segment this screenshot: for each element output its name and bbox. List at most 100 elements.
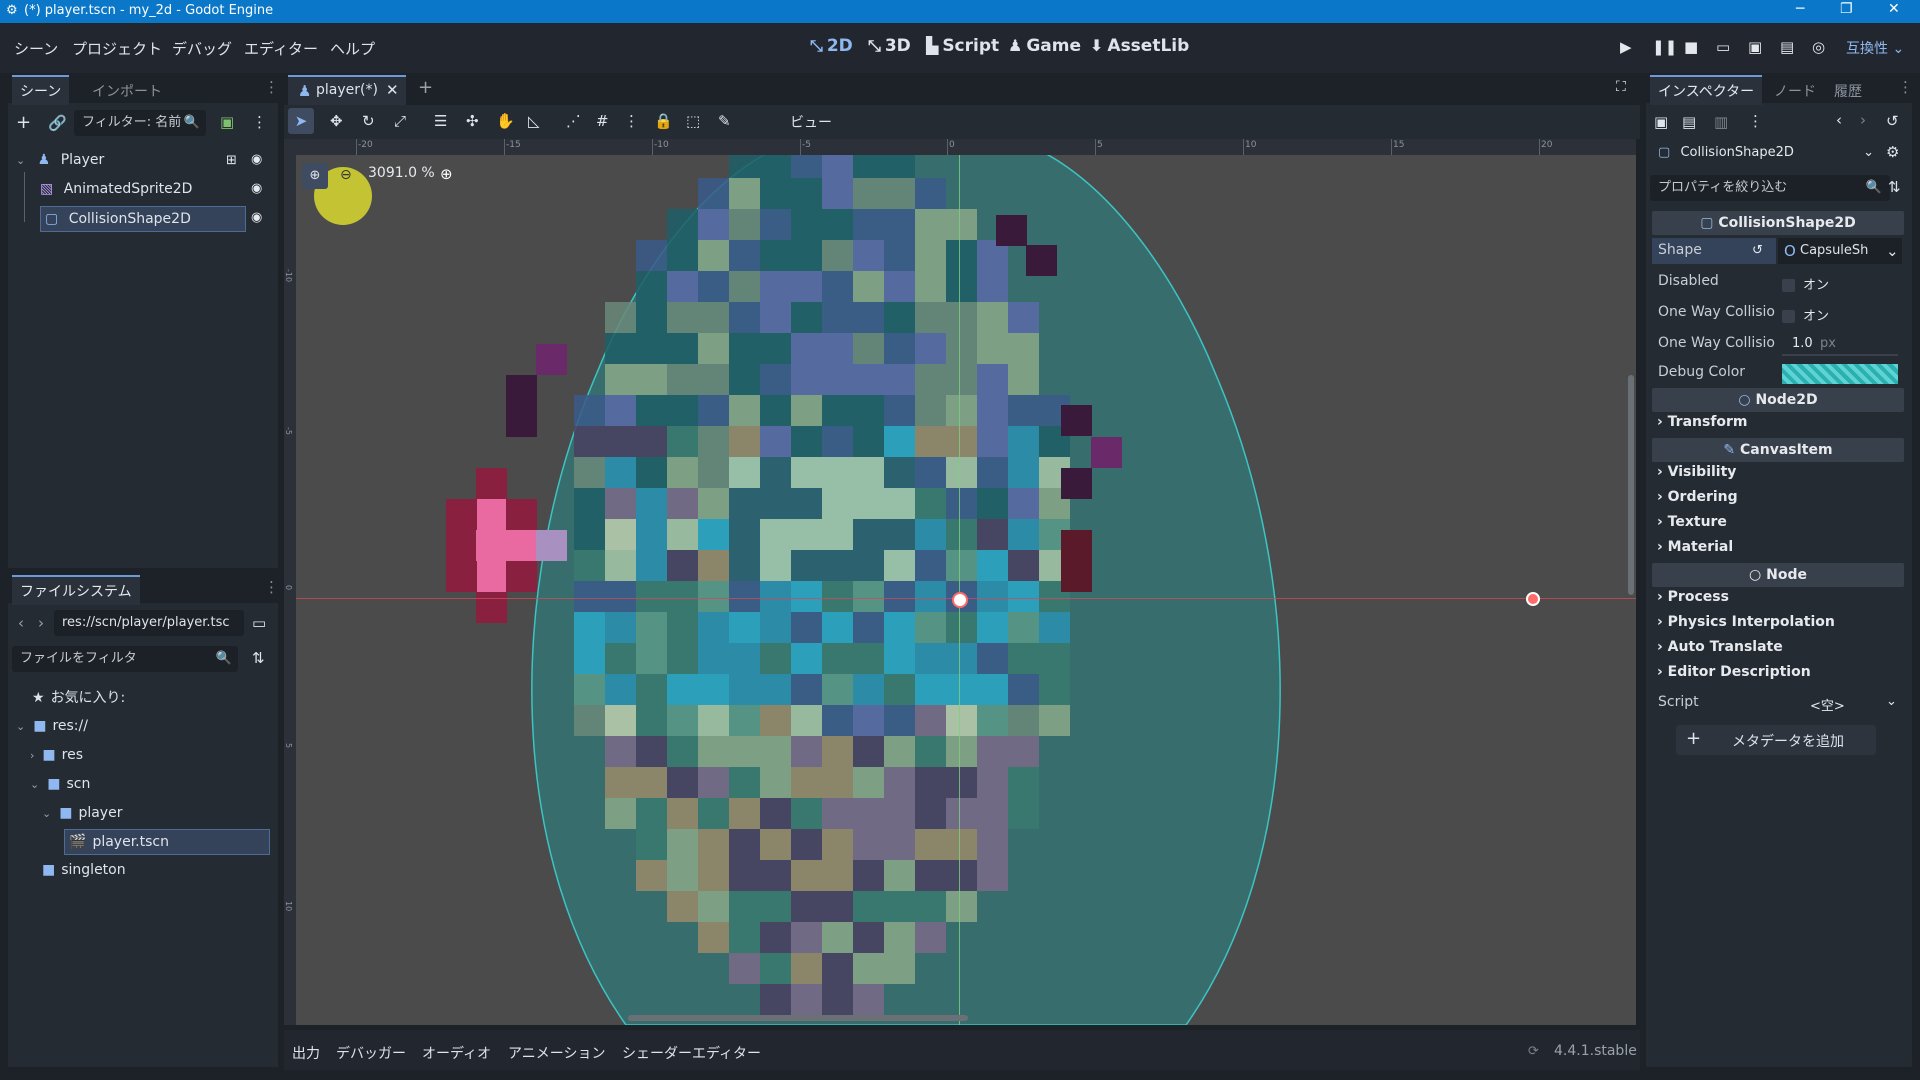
- scene-menu-icon[interactable]: ⋮: [252, 113, 267, 131]
- play-custom-scene-icon[interactable]: ▤: [1780, 38, 1794, 56]
- dock-menu-icon[interactable]: ⋮: [1898, 78, 1913, 96]
- category-auto-translate[interactable]: › Auto Translate: [1657, 639, 1783, 655]
- menu-scene[interactable]: シーン: [14, 38, 58, 59]
- minimize-button[interactable]: ─: [1796, 1, 1804, 17]
- view-menu[interactable]: ビュー: [790, 112, 832, 132]
- fs-folder-player[interactable]: ⌄ ■ player: [42, 801, 122, 825]
- inspector-menu-icon[interactable]: ⋮: [1748, 112, 1763, 130]
- tab-scene[interactable]: シーン: [12, 75, 70, 105]
- debug-color-swatch[interactable]: [1782, 364, 1898, 384]
- horizontal-scrollbar[interactable]: [628, 1015, 968, 1021]
- workspace-script[interactable]: ▙ Script: [926, 36, 999, 56]
- tab-animation[interactable]: アニメーション: [508, 1043, 605, 1063]
- category-physics-interpolation[interactable]: › Physics Interpolation: [1657, 614, 1835, 630]
- ruler-tool-icon[interactable]: ◺: [528, 112, 540, 130]
- stop-icon[interactable]: ■: [1684, 38, 1698, 56]
- play-scene-icon[interactable]: ▣: [1748, 38, 1762, 56]
- sort-icon[interactable]: ⇅: [252, 649, 265, 667]
- zoom-in-icon[interactable]: ⊕: [440, 165, 453, 183]
- script-dropdown-icon[interactable]: ⌄: [1886, 694, 1897, 709]
- fs-folder-scn[interactable]: ⌄ ■ scn: [30, 772, 90, 796]
- split-view-icon[interactable]: ▭: [252, 614, 266, 632]
- forward-arrow-icon[interactable]: ›: [38, 614, 44, 632]
- category-ordering[interactable]: › Ordering: [1657, 489, 1738, 505]
- smart-snap-icon[interactable]: ⋰: [566, 112, 581, 130]
- instance-scene-icon[interactable]: 🔗: [48, 114, 67, 132]
- zoom-out-icon[interactable]: ⊖: [340, 167, 352, 183]
- fs-folder-singleton[interactable]: ■ singleton: [42, 858, 126, 882]
- tab-history[interactable]: 履歴: [1826, 77, 1870, 105]
- menu-project[interactable]: プロジェクト: [72, 38, 162, 59]
- back-arrow-icon[interactable]: ‹: [18, 614, 24, 632]
- one-way-checkbox[interactable]: オン: [1782, 305, 1829, 324]
- category-texture[interactable]: › Texture: [1657, 514, 1727, 530]
- scene-filter-input[interactable]: フィルター: 名前 🔍: [74, 110, 206, 136]
- tab-player-scene[interactable]: ♟ player(*) ✕: [288, 75, 406, 105]
- center-view-icon[interactable]: ⊕: [302, 163, 328, 189]
- tab-inspector[interactable]: インスペクター: [1650, 75, 1763, 105]
- dock-menu-icon[interactable]: ⋮: [264, 78, 279, 96]
- add-node-icon[interactable]: +: [16, 112, 31, 133]
- fs-file-player-tscn[interactable]: 🎬 player.tscn: [64, 829, 270, 855]
- group-icon[interactable]: ⊞: [226, 153, 237, 168]
- menu-editor[interactable]: エディター: [244, 38, 318, 59]
- close-tab-icon[interactable]: ✕: [386, 81, 399, 99]
- move-tool-icon[interactable]: ✥: [330, 112, 343, 130]
- scene-node-animatedsprite2d[interactable]: ▧ AnimatedSprite2D: [40, 177, 192, 201]
- disabled-checkbox[interactable]: オン: [1782, 274, 1829, 293]
- menu-help[interactable]: ヘルプ: [330, 38, 375, 59]
- pivot-tool-icon[interactable]: ✣: [466, 112, 479, 130]
- scene-node-collisionshape2d[interactable]: ▢ CollisionShape2D: [40, 206, 246, 232]
- one-way-margin-input[interactable]: 1.0 px: [1782, 332, 1898, 356]
- inspected-object-select[interactable]: ▢ CollisionShape2D ⌄: [1650, 140, 1880, 166]
- category-transform[interactable]: › Transform: [1657, 414, 1748, 430]
- category-editor-description[interactable]: › Editor Description: [1657, 664, 1811, 680]
- grid-snap-icon[interactable]: #: [596, 112, 609, 130]
- capsule-radius-handle[interactable]: [1526, 592, 1540, 606]
- category-material[interactable]: › Material: [1657, 539, 1733, 555]
- history-forward-icon[interactable]: ›: [1860, 111, 1866, 129]
- canvas-viewport[interactable]: ⊕ ⊖ 3091.0 % ⊕: [296, 155, 1636, 1025]
- vertical-scrollbar[interactable]: [1628, 375, 1634, 595]
- load-resource-icon[interactable]: ▤: [1682, 113, 1696, 131]
- category-visibility[interactable]: › Visibility: [1657, 464, 1736, 480]
- rotate-tool-icon[interactable]: ↻: [362, 112, 375, 130]
- fs-res-root[interactable]: ⌄ ■ res://: [16, 714, 88, 738]
- filter-options-icon[interactable]: ⇅: [1888, 178, 1901, 196]
- maximize-button[interactable]: ❐: [1840, 1, 1853, 17]
- select-tool-icon[interactable]: ➤: [288, 108, 314, 134]
- play-icon[interactable]: ▶: [1620, 38, 1632, 56]
- fs-folder-res[interactable]: › ■ res: [30, 743, 83, 767]
- workspace-assetlib[interactable]: ⬇ AssetLib: [1090, 36, 1189, 56]
- fs-favorites[interactable]: ★ お気に入り:: [32, 686, 125, 710]
- menu-debug[interactable]: デバッグ: [172, 38, 232, 59]
- add-metadata-button[interactable]: + メタデータを追加: [1676, 725, 1876, 755]
- movie-maker-icon[interactable]: ◎: [1812, 38, 1825, 56]
- pause-icon[interactable]: ❚❚: [1652, 38, 1677, 56]
- object-properties-icon[interactable]: ⚙: [1886, 143, 1899, 161]
- tab-import[interactable]: インポート: [84, 77, 170, 105]
- renderer-select[interactable]: 互換性 ⌄: [1846, 38, 1904, 58]
- tab-shader-editor[interactable]: シェーダーエディター: [622, 1043, 761, 1063]
- workspace-game[interactable]: ♟ Game: [1008, 36, 1081, 56]
- new-resource-icon[interactable]: ▣: [1654, 113, 1668, 131]
- shape-resource-picker[interactable]: O CapsuleSh ⌄: [1778, 238, 1902, 264]
- remote-debug-icon[interactable]: ▭: [1716, 38, 1730, 56]
- script-value[interactable]: <空>: [1810, 695, 1845, 714]
- zoom-level[interactable]: 3091.0 %: [368, 165, 435, 181]
- revert-icon[interactable]: ↺: [1752, 243, 1763, 258]
- dock-menu-icon[interactable]: ⋮: [264, 578, 279, 596]
- category-process[interactable]: › Process: [1657, 589, 1729, 605]
- close-button[interactable]: ✕: [1888, 1, 1900, 17]
- lock-icon[interactable]: 🔒: [654, 112, 673, 130]
- select-mode-icon[interactable]: ☰: [434, 112, 447, 130]
- attach-script-icon[interactable]: ▣: [220, 113, 234, 131]
- bone-icon[interactable]: ✎: [718, 112, 731, 130]
- visibility-eye-icon[interactable]: ◉: [251, 152, 262, 167]
- workspace-2d[interactable]: ⤡ 2D: [810, 36, 853, 56]
- scene-node-player[interactable]: ⌄ ♟ Player: [16, 148, 104, 172]
- tab-node[interactable]: ノード: [1766, 77, 1824, 105]
- workspace-3d[interactable]: ⤡ 3D: [868, 36, 911, 56]
- origin-handle[interactable]: [952, 592, 968, 608]
- tab-output[interactable]: 出力: [292, 1043, 320, 1063]
